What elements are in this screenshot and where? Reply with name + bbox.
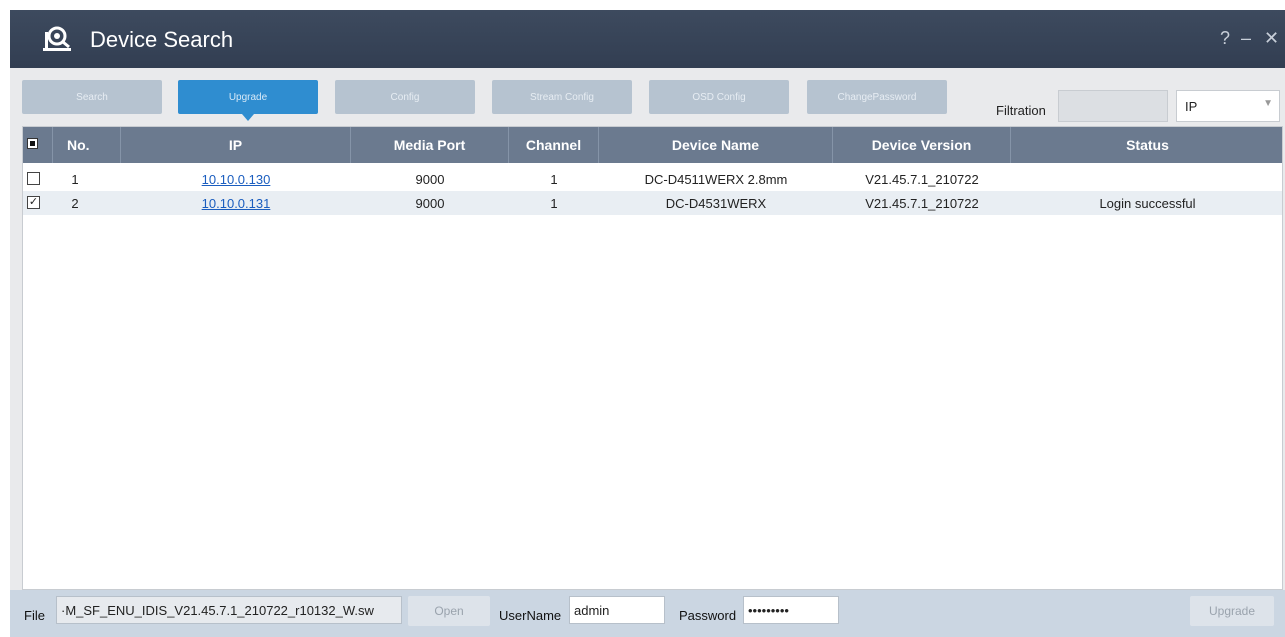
file-path-field[interactable]: ·M_SF_ENU_IDIS_V21.45.7.1_210722_r10132_…	[56, 596, 402, 624]
help-button[interactable]: ?	[1220, 28, 1230, 49]
col-header-media-port[interactable]: Media Port	[351, 127, 509, 163]
filtration-input[interactable]	[1058, 90, 1168, 122]
search-button[interactable]: Search	[22, 80, 162, 114]
username-label: UserName	[499, 608, 562, 623]
row-status	[1011, 167, 1282, 191]
file-label: File	[24, 608, 45, 623]
osd-config-button[interactable]: OSD Config	[649, 80, 789, 114]
table-row[interactable]: ✓ 2 10.10.0.131 9000 1 DC-D4531WERX V21.…	[23, 191, 1282, 215]
row-media-port: 9000	[415, 171, 445, 187]
filter-type-value: IP	[1185, 99, 1198, 114]
row-status: Login successful	[1099, 195, 1196, 211]
row-no: 1	[71, 171, 79, 187]
device-table: No. IP Media Port Channel Device Name De…	[22, 126, 1283, 590]
ip-link[interactable]: 10.10.0.130	[202, 172, 271, 187]
username-input[interactable]: admin	[569, 596, 665, 624]
row-media-port: 9000	[415, 195, 445, 211]
filter-type-select[interactable]: IP ▼	[1176, 90, 1280, 122]
row-ip-link[interactable]: 10.10.0.130	[121, 167, 351, 191]
col-header-status[interactable]: Status	[1011, 127, 1282, 163]
password-label: Password	[679, 608, 737, 623]
password-input[interactable]: •••••••••	[743, 596, 839, 624]
row-device-name: DC-D4511WERX 2.8mm	[644, 171, 788, 187]
window-title: Device Search	[90, 27, 234, 52]
bottom-bar: File ·M_SF_ENU_IDIS_V21.45.7.1_210722_r1…	[10, 590, 1285, 637]
row-channel: 1	[550, 171, 558, 187]
col-header-device-name[interactable]: Device Name	[599, 127, 833, 163]
stream-config-button[interactable]: Stream Config	[492, 80, 632, 114]
upgrade-tab-button[interactable]: Upgrade	[178, 80, 318, 121]
open-button[interactable]: Open	[408, 596, 490, 626]
upgrade-button[interactable]: Upgrade	[1190, 596, 1274, 626]
col-header-channel[interactable]: Channel	[509, 127, 599, 163]
select-all-header	[23, 127, 53, 163]
row-device-version: V21.45.7.1_210722	[865, 171, 979, 187]
row-device-version: V21.45.7.1_210722	[865, 195, 979, 211]
device-search-window: Device Search ? – ✕ Search Upgrade Confi…	[10, 10, 1285, 637]
col-header-ip[interactable]: IP	[121, 127, 351, 163]
col-header-no[interactable]: No.	[53, 127, 121, 163]
config-button[interactable]: Config	[335, 80, 475, 114]
toolbar: Search Upgrade Config Stream Config OSD …	[10, 68, 1285, 130]
change-password-button[interactable]: ChangePassword	[807, 80, 947, 114]
filtration-label: Filtration	[996, 103, 1046, 118]
chevron-down-icon: ▼	[1263, 98, 1273, 109]
minimize-button[interactable]: –	[1241, 28, 1251, 49]
col-header-device-version[interactable]: Device Version	[833, 127, 1011, 163]
device-search-logo-icon	[43, 26, 71, 51]
row-ip-link[interactable]: 10.10.0.131	[121, 191, 351, 215]
ip-link[interactable]: 10.10.0.131	[202, 196, 271, 211]
row-channel: 1	[550, 195, 558, 211]
close-button[interactable]: ✕	[1264, 28, 1279, 49]
row-no: 2	[71, 195, 79, 211]
title-bar: Device Search ? – ✕	[10, 10, 1285, 68]
row-checkbox[interactable]	[27, 172, 40, 185]
table-row[interactable]: 1 10.10.0.130 9000 1 DC-D4511WERX 2.8mm …	[23, 167, 1282, 191]
row-checkbox-checked[interactable]: ✓	[27, 196, 40, 209]
select-all-checkbox[interactable]	[27, 138, 38, 149]
row-device-name: DC-D4531WERX	[665, 195, 767, 211]
table-header: No. IP Media Port Channel Device Name De…	[23, 127, 1282, 163]
